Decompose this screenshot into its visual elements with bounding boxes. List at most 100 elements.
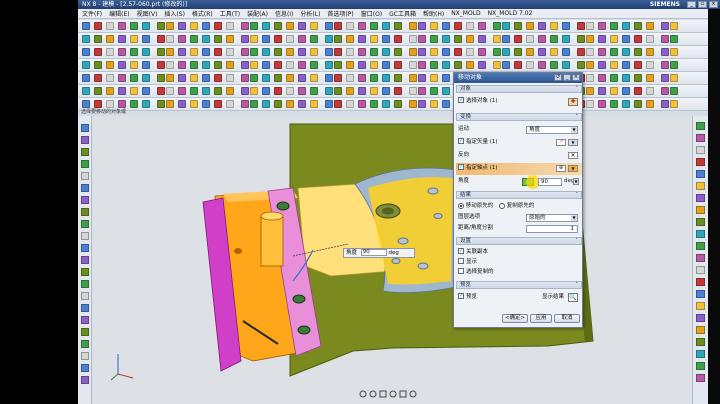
toolbar-tool-icon[interactable] <box>358 22 366 30</box>
toolbar-tool-icon[interactable] <box>130 22 138 30</box>
toolbar-tool-icon[interactable] <box>661 48 669 56</box>
toolbar-tool-icon[interactable] <box>262 35 270 43</box>
toolbar-tool-icon[interactable] <box>430 22 438 30</box>
model-scene[interactable] <box>93 116 692 404</box>
reverse-direction-icon[interactable]: ✕ <box>568 152 578 159</box>
angle-value-input[interactable]: 90 <box>538 178 562 186</box>
resource-bar-icon[interactable] <box>696 338 705 346</box>
toolbar-tool-icon[interactable] <box>202 61 210 69</box>
toolbar-tool-icon[interactable] <box>646 22 654 30</box>
toolbar-tool-icon[interactable] <box>142 48 150 56</box>
toolbar-tool-icon[interactable] <box>646 35 654 43</box>
toolbar-tool-icon[interactable] <box>394 100 402 108</box>
toolbar-tool-icon[interactable] <box>478 22 486 30</box>
menu-preferences[interactable]: 首选项(P) <box>327 9 353 18</box>
snap-icon[interactable] <box>379 390 387 398</box>
toolbar-tool-icon[interactable] <box>94 35 102 43</box>
toolbar-tool-icon[interactable] <box>493 61 501 69</box>
toolbar-tool-icon[interactable] <box>202 100 210 108</box>
toolbar-tool-icon[interactable] <box>262 87 270 95</box>
resource-bar-icon[interactable] <box>696 326 705 334</box>
section-settings[interactable]: 设置 ˄ <box>456 237 582 245</box>
snap-icon[interactable] <box>399 390 407 398</box>
toolbar-tool-icon[interactable] <box>286 87 294 95</box>
toolbar-tool-icon[interactable] <box>82 22 90 30</box>
toolbar-tool-icon[interactable] <box>214 74 222 82</box>
toolbar-tool-icon[interactable] <box>598 87 606 95</box>
section-transform[interactable]: 变换 ˄ <box>456 113 582 121</box>
toolbar-tool-icon[interactable] <box>298 61 306 69</box>
toolbar-tool-icon[interactable] <box>94 100 102 108</box>
toolbar-tool-icon[interactable] <box>586 74 594 82</box>
toolbar-tool-icon[interactable] <box>526 61 534 69</box>
minimize-button[interactable]: _ <box>687 1 696 8</box>
toolbar-tool-icon[interactable] <box>562 22 570 30</box>
axis-point-row[interactable]: ✓ 指定轴点 (1) ⊕ ▼ <box>458 163 580 173</box>
settings-show-row[interactable]: 显示 <box>458 257 580 267</box>
toolbar-tool-icon[interactable] <box>550 48 558 56</box>
toolbar-tool-icon[interactable] <box>166 35 174 43</box>
toolbar-tool-icon[interactable] <box>370 74 378 82</box>
toolbar-tool-icon[interactable] <box>262 48 270 56</box>
toolbar-tool-icon[interactable] <box>622 87 630 95</box>
toolbar-tool-icon[interactable] <box>166 74 174 82</box>
toolbar-tool-icon[interactable] <box>106 87 114 95</box>
toolbar-tool-icon[interactable] <box>622 22 630 30</box>
toolbar-tool-icon[interactable] <box>286 100 294 108</box>
toolbar-tool-icon[interactable] <box>454 61 462 69</box>
toolbar-tool-icon[interactable] <box>202 87 210 95</box>
toolbar-tool-icon[interactable] <box>358 74 366 82</box>
toolbar-tool-icon[interactable] <box>226 61 234 69</box>
toolbar-tool-icon[interactable] <box>214 100 222 108</box>
toolbar-tool-icon[interactable] <box>370 87 378 95</box>
toolbar-tool-icon[interactable] <box>166 61 174 69</box>
point-snap-dropdown[interactable]: ▼ <box>568 165 578 172</box>
menu-information[interactable]: 信息(I) <box>275 9 293 18</box>
toolbar-tool-icon[interactable] <box>610 48 618 56</box>
toolbar-tool-icon[interactable] <box>82 74 90 82</box>
chevron-down-icon[interactable]: ▼ <box>568 139 578 146</box>
toolbar-tool-icon[interactable] <box>334 35 342 43</box>
cylinder-pin[interactable] <box>260 215 284 267</box>
menu-assembly[interactable]: 装配(A) <box>247 9 268 18</box>
toolbar-tool-icon[interactable] <box>226 74 234 82</box>
toolbar-tool-icon[interactable] <box>94 48 102 56</box>
toolbar-tool-icon[interactable] <box>562 61 570 69</box>
toolbar-tool-icon[interactable] <box>409 22 417 30</box>
menu-nx-mold-702[interactable]: NX_MOLD 7.02 <box>488 10 533 17</box>
cancel-button[interactable]: 取消 <box>554 314 580 323</box>
toolbar-tool-icon[interactable] <box>94 74 102 82</box>
toolbar-tool-icon[interactable] <box>382 87 390 95</box>
resource-bar-icon[interactable] <box>81 148 89 156</box>
toolbar-tool-icon[interactable] <box>334 48 342 56</box>
toolbar-tool-icon[interactable] <box>646 61 654 69</box>
toolbar-tool-icon[interactable] <box>586 87 594 95</box>
toolbar-tool-icon[interactable] <box>82 48 90 56</box>
toolbar-tool-icon[interactable] <box>241 22 249 30</box>
toolbar-tool-icon[interactable] <box>346 61 354 69</box>
resource-bar-icon[interactable] <box>81 256 89 264</box>
toolbar-tool-icon[interactable] <box>661 35 669 43</box>
toolbar-tool-icon[interactable] <box>493 35 501 43</box>
graphics-viewport[interactable]: 角度 90 deg <box>93 116 692 404</box>
toolbar-tool-icon[interactable] <box>577 61 585 69</box>
toolbar-tool-icon[interactable] <box>394 61 402 69</box>
resource-bar-icon[interactable] <box>696 206 705 214</box>
toolbar-tool-icon[interactable] <box>442 48 450 56</box>
toolbar-tool-icon[interactable] <box>142 74 150 82</box>
toolbar-tool-icon[interactable] <box>562 35 570 43</box>
select-object-icon[interactable]: ✚ <box>568 98 578 106</box>
toolbar-tool-icon[interactable] <box>661 87 669 95</box>
toolbar-tool-icon[interactable] <box>586 100 594 108</box>
toolbar-tool-icon[interactable] <box>661 22 669 30</box>
toolbar-tool-icon[interactable] <box>577 35 585 43</box>
toolbar-tool-icon[interactable] <box>334 100 342 108</box>
toolbar-tool-icon[interactable] <box>622 61 630 69</box>
toolbar-tool-icon[interactable] <box>502 61 510 69</box>
toolbar-tool-icon[interactable] <box>418 48 426 56</box>
toolbar-tool-icon[interactable] <box>514 61 522 69</box>
toolbar-tool-icon[interactable] <box>382 74 390 82</box>
toolbar-tool-icon[interactable] <box>430 48 438 56</box>
toolbar-tool-icon[interactable] <box>502 35 510 43</box>
toolbar-tool-icon[interactable] <box>214 35 222 43</box>
